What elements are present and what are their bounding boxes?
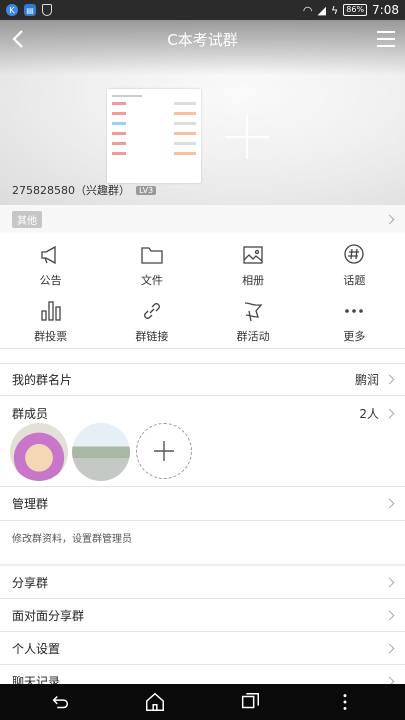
grid-item-topics[interactable]: 话题 xyxy=(304,237,405,293)
menu-icon[interactable] xyxy=(373,26,399,52)
app-notification-icon: ▤ xyxy=(24,4,36,16)
grid-item-link[interactable]: 群链接 xyxy=(101,293,202,349)
grid-item-vote[interactable]: 群投票 xyxy=(0,293,101,349)
chevron-right-icon xyxy=(384,577,395,587)
signal-icon: ◢ xyxy=(317,3,326,17)
row-label: 群成员 xyxy=(12,407,49,421)
add-member-button[interactable] xyxy=(136,423,192,479)
link-icon xyxy=(143,302,160,319)
home-icon[interactable] xyxy=(144,691,166,713)
personal-settings-row[interactable]: 个人设置 xyxy=(0,632,405,665)
overflow-menu-icon[interactable] xyxy=(334,691,356,713)
row-label: 个人设置 xyxy=(12,641,61,656)
folder-icon xyxy=(141,246,163,264)
grid-label: 群活动 xyxy=(236,329,270,343)
flag-icon xyxy=(245,301,263,321)
shield-icon xyxy=(42,4,52,16)
bar-chart-icon xyxy=(40,300,61,321)
status-bar: K ▤ ◠ ◢ ϟ 86% 7:08 xyxy=(0,0,405,20)
grid-label: 更多 xyxy=(343,329,366,343)
category-tag: 其他 xyxy=(12,210,42,228)
nav-bar: C本考试群 xyxy=(0,20,405,58)
grid-label: 话题 xyxy=(343,273,366,287)
back-icon[interactable] xyxy=(49,691,71,713)
grid-label: 群投票 xyxy=(34,329,68,343)
row-label: 分享群 xyxy=(12,575,49,590)
members-row[interactable]: 群成员 2人 xyxy=(0,397,405,430)
photo-icon xyxy=(243,245,263,264)
charging-icon: ϟ xyxy=(331,3,339,17)
chevron-right-icon xyxy=(384,408,395,419)
add-cover-icon[interactable] xyxy=(225,115,269,159)
face-to-face-share-row[interactable]: 面对面分享群 xyxy=(0,599,405,632)
system-nav-bar xyxy=(0,684,405,720)
function-grid: 公告 文件 相册 话题 群投票 群链接 群活动 更多 xyxy=(0,237,405,349)
grid-label: 群链接 xyxy=(135,329,169,343)
row-label: 我的群名片 xyxy=(12,373,73,387)
chevron-right-icon xyxy=(384,374,395,385)
group-tag-row[interactable]: 其他 xyxy=(0,205,405,233)
app-k-icon: K xyxy=(6,4,18,16)
chevron-right-icon xyxy=(384,643,395,653)
member-count: 2人 xyxy=(359,407,379,421)
hashtag-icon xyxy=(344,243,365,264)
wifi-icon: ◠ xyxy=(302,3,313,17)
group-id-text: 275828580（兴趣群） xyxy=(12,184,130,197)
share-group-row[interactable]: 分享群 xyxy=(0,566,405,599)
recent-apps-icon[interactable] xyxy=(239,691,261,713)
grid-label: 文件 xyxy=(140,273,163,287)
my-group-card-row[interactable]: 我的群名片 鹏润 xyxy=(0,363,405,396)
cover-thumbnail[interactable] xyxy=(107,89,201,183)
page-title: C本考试群 xyxy=(167,30,238,49)
grid-item-more[interactable]: 更多 xyxy=(304,293,405,349)
grid-item-announcement[interactable]: 公告 xyxy=(0,237,101,293)
back-arrow-icon[interactable] xyxy=(6,26,32,52)
chevron-right-icon xyxy=(384,214,395,224)
member-avatar[interactable] xyxy=(10,423,68,481)
grid-item-files[interactable]: 文件 xyxy=(101,237,202,293)
grid-item-album[interactable]: 相册 xyxy=(203,237,304,293)
group-id: 275828580（兴趣群） LV3 xyxy=(12,182,157,198)
grid-label: 相册 xyxy=(242,273,265,287)
chevron-right-icon xyxy=(384,498,395,509)
member-avatar[interactable] xyxy=(72,423,130,481)
row-label: 管理群 xyxy=(12,497,49,511)
level-badge: LV3 xyxy=(136,185,157,195)
manage-description: 修改群资料，设置群管理员 xyxy=(0,522,405,564)
clock: 7:08 xyxy=(372,3,399,17)
megaphone-icon xyxy=(40,245,56,264)
manage-group-row[interactable]: 管理群 xyxy=(0,487,405,521)
more-icon xyxy=(345,308,364,313)
plus-icon xyxy=(154,441,174,461)
grid-label: 公告 xyxy=(39,273,62,287)
row-label: 面对面分享群 xyxy=(12,608,85,623)
my-card-value: 鹏润 xyxy=(354,373,379,387)
chevron-right-icon xyxy=(384,610,395,620)
grid-item-activity[interactable]: 群活动 xyxy=(203,293,304,349)
battery-indicator: 86% xyxy=(343,4,368,16)
